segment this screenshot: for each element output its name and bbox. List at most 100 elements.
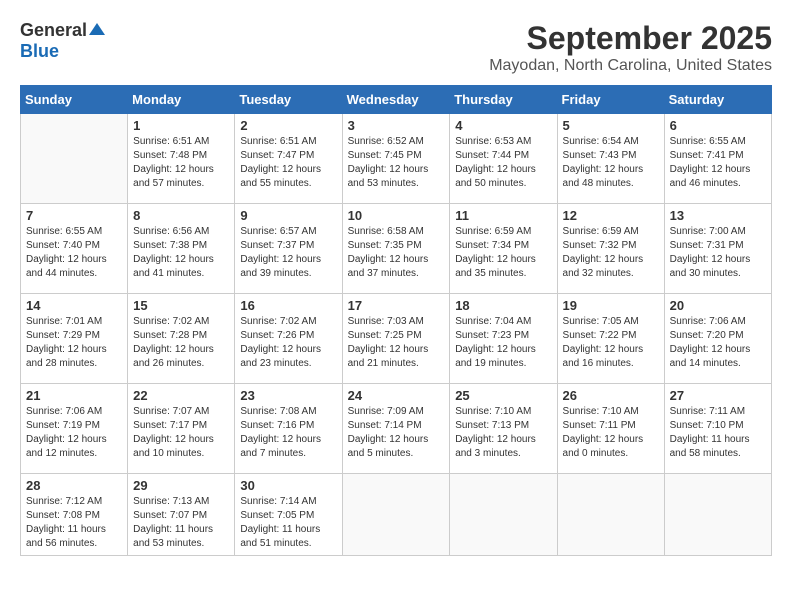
cell-line: and 7 minutes. [240, 447, 336, 461]
calendar-cell: 13 Sunrise: 7:00 AMSunset: 7:31 PMDayligh… [664, 204, 771, 294]
cell-line: Daylight: 11 hours [670, 433, 766, 447]
cell-line: and 30 minutes. [670, 267, 766, 281]
cell-line: Sunrise: 7:02 AM [240, 315, 336, 329]
day-number: 13 [670, 208, 766, 223]
day-number: 21 [26, 388, 122, 403]
cell-line: Sunrise: 6:59 AM [563, 225, 659, 239]
cell-line: Daylight: 12 hours [240, 433, 336, 447]
cell-line: Daylight: 12 hours [348, 433, 445, 447]
calendar-cell: 24Sunrise: 7:09 AMSunset: 7:14 PMDayligh… [342, 384, 450, 474]
logo-general-text: General [20, 20, 87, 41]
cell-line: Sunrise: 7:08 AM [240, 405, 336, 419]
cell-line: Sunrise: 7:04 AM [455, 315, 551, 329]
cell-line: Sunset: 7:38 PM [133, 239, 229, 253]
day-number: 14 [26, 298, 122, 313]
cell-line: Sunrise: 6:57 AM [240, 225, 336, 239]
cell-content: Sunrise: 7:06 AMSunset: 7:20 PMDaylight:… [670, 315, 766, 371]
cell-line: Sunrise: 7:02 AM [133, 315, 229, 329]
cell-line: Sunset: 7:10 PM [670, 419, 766, 433]
cell-line: Sunrise: 6:55 AM [670, 135, 766, 149]
day-number: 28 [26, 478, 122, 493]
cell-line: Sunrise: 7:11 AM [670, 405, 766, 419]
day-number: 18 [455, 298, 551, 313]
calendar-cell: 1Sunrise: 6:51 AMSunset: 7:48 PMDaylight… [128, 114, 235, 204]
cell-line: Sunset: 7:22 PM [563, 329, 659, 343]
cell-line: Daylight: 12 hours [26, 433, 122, 447]
calendar-cell [21, 114, 128, 204]
calendar-header-monday: Monday [128, 86, 235, 114]
cell-line: Daylight: 11 hours [133, 523, 229, 537]
cell-line: Sunset: 7:31 PM [670, 239, 766, 253]
cell-line: Sunset: 7:28 PM [133, 329, 229, 343]
cell-line: Sunset: 7:19 PM [26, 419, 122, 433]
calendar-cell: 22Sunrise: 7:07 AMSunset: 7:17 PMDayligh… [128, 384, 235, 474]
cell-content: Sunrise: 7:08 AMSunset: 7:16 PMDaylight:… [240, 405, 336, 461]
cell-line: Sunset: 7:16 PM [240, 419, 336, 433]
calendar-week-row: 14Sunrise: 7:01 AMSunset: 7:29 PMDayligh… [21, 294, 772, 384]
day-number: 10 [348, 208, 445, 223]
cell-content: Sunrise: 7:00 AMSunset: 7:31 PMDaylight:… [670, 225, 766, 281]
cell-content: Sunrise: 6:55 AMSunset: 7:41 PMDaylight:… [670, 135, 766, 191]
cell-content: Sunrise: 6:51 AMSunset: 7:47 PMDaylight:… [240, 135, 336, 191]
cell-line: Sunset: 7:23 PM [455, 329, 551, 343]
cell-line: Sunset: 7:47 PM [240, 149, 336, 163]
day-number: 8 [133, 208, 229, 223]
calendar-header-wednesday: Wednesday [342, 86, 450, 114]
cell-line: and 48 minutes. [563, 177, 659, 191]
day-number: 25 [455, 388, 551, 403]
cell-line: Sunset: 7:41 PM [670, 149, 766, 163]
calendar-cell [342, 474, 450, 556]
cell-line: Sunrise: 7:05 AM [563, 315, 659, 329]
cell-line: and 57 minutes. [133, 177, 229, 191]
cell-content: Sunrise: 7:10 AMSunset: 7:11 PMDaylight:… [563, 405, 659, 461]
calendar-cell: 27Sunrise: 7:11 AMSunset: 7:10 PMDayligh… [664, 384, 771, 474]
day-number: 11 [455, 208, 551, 223]
calendar-week-row: 7Sunrise: 6:55 AMSunset: 7:40 PMDaylight… [21, 204, 772, 294]
cell-line: Daylight: 11 hours [26, 523, 122, 537]
cell-line: Daylight: 12 hours [670, 253, 766, 267]
calendar-cell: 10Sunrise: 6:58 AMSunset: 7:35 PMDayligh… [342, 204, 450, 294]
cell-line: Sunrise: 6:53 AM [455, 135, 551, 149]
calendar-cell [557, 474, 664, 556]
logo-blue-text: Blue [20, 41, 59, 61]
cell-content: Sunrise: 6:51 AMSunset: 7:48 PMDaylight:… [133, 135, 229, 191]
cell-line: Sunrise: 7:00 AM [670, 225, 766, 239]
cell-line: and 26 minutes. [133, 357, 229, 371]
cell-line: Daylight: 12 hours [348, 163, 445, 177]
cell-line: Sunrise: 6:59 AM [455, 225, 551, 239]
cell-line: and 5 minutes. [348, 447, 445, 461]
calendar-header-row: SundayMondayTuesdayWednesdayThursdayFrid… [21, 86, 772, 114]
cell-line: Sunrise: 6:56 AM [133, 225, 229, 239]
cell-line: and 44 minutes. [26, 267, 122, 281]
cell-content: Sunrise: 7:04 AMSunset: 7:23 PMDaylight:… [455, 315, 551, 371]
cell-line: and 21 minutes. [348, 357, 445, 371]
calendar-cell: 11Sunrise: 6:59 AMSunset: 7:34 PMDayligh… [450, 204, 557, 294]
day-number: 6 [670, 118, 766, 133]
cell-line: and 32 minutes. [563, 267, 659, 281]
cell-line: Daylight: 12 hours [348, 253, 445, 267]
cell-line: and 56 minutes. [26, 537, 122, 551]
cell-line: Sunset: 7:48 PM [133, 149, 229, 163]
cell-line: Sunrise: 7:07 AM [133, 405, 229, 419]
cell-line: Daylight: 11 hours [240, 523, 336, 537]
cell-content: Sunrise: 7:13 AMSunset: 7:07 PMDaylight:… [133, 495, 229, 551]
cell-line: and 55 minutes. [240, 177, 336, 191]
calendar-week-row: 21Sunrise: 7:06 AMSunset: 7:19 PMDayligh… [21, 384, 772, 474]
cell-line: Sunrise: 7:14 AM [240, 495, 336, 509]
calendar-header-tuesday: Tuesday [235, 86, 342, 114]
cell-content: Sunrise: 7:09 AMSunset: 7:14 PMDaylight:… [348, 405, 445, 461]
calendar-cell: 15Sunrise: 7:02 AMSunset: 7:28 PMDayligh… [128, 294, 235, 384]
cell-line: and 28 minutes. [26, 357, 122, 371]
calendar-cell: 26Sunrise: 7:10 AMSunset: 7:11 PMDayligh… [557, 384, 664, 474]
day-number: 12 [563, 208, 659, 223]
calendar-cell [450, 474, 557, 556]
cell-line: and 12 minutes. [26, 447, 122, 461]
calendar-cell: 19Sunrise: 7:05 AMSunset: 7:22 PMDayligh… [557, 294, 664, 384]
cell-content: Sunrise: 6:52 AMSunset: 7:45 PMDaylight:… [348, 135, 445, 191]
cell-line: Daylight: 12 hours [455, 253, 551, 267]
calendar-cell: 12Sunrise: 6:59 AMSunset: 7:32 PMDayligh… [557, 204, 664, 294]
cell-line: and 53 minutes. [133, 537, 229, 551]
cell-line: Daylight: 12 hours [26, 253, 122, 267]
cell-line: Daylight: 12 hours [563, 433, 659, 447]
calendar-cell: 3Sunrise: 6:52 AMSunset: 7:45 PMDaylight… [342, 114, 450, 204]
